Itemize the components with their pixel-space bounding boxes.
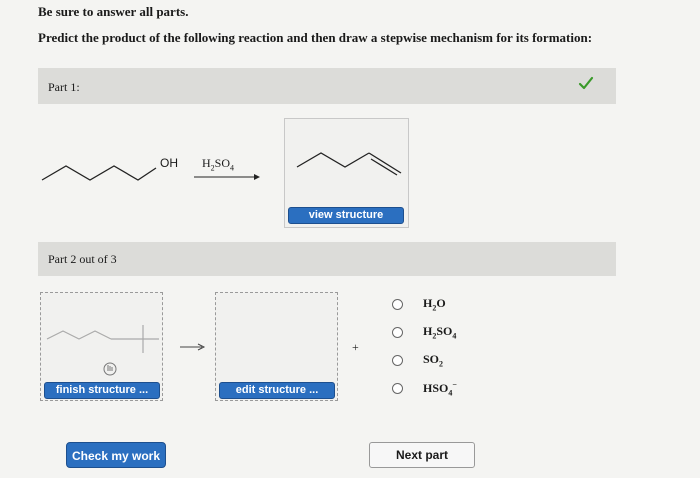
part2-label: Part 2 out of 3	[48, 252, 117, 266]
instruction-line-2: Predict the product of the following rea…	[38, 30, 593, 45]
check-my-work-button[interactable]: Check my work	[66, 442, 166, 468]
option-radio-3[interactable]	[392, 355, 403, 366]
mechanism-structure	[46, 325, 159, 353]
option-label-4: HSO4−	[423, 380, 457, 398]
option-radio-4[interactable]	[392, 383, 403, 394]
product-structure	[296, 152, 402, 176]
option-label-2: H2SO4	[423, 324, 457, 341]
plus-sign: +	[352, 340, 359, 354]
reagent-label: H2SO4	[202, 156, 234, 172]
checkmark-icon	[578, 76, 594, 90]
reagent-h: H	[202, 156, 211, 170]
part2-header: Part 2 out of 3	[38, 242, 616, 276]
option-label-3: SO2	[423, 352, 444, 369]
instruction-line-1: Be sure to answer all parts.	[38, 4, 189, 19]
reagent-so: SO	[214, 156, 231, 170]
view-structure-button[interactable]: view structure	[288, 207, 404, 224]
option-radio-2[interactable]	[392, 327, 403, 338]
edit-structure-button[interactable]: edit structure ...	[219, 382, 335, 399]
part1-header: Part 1:	[38, 68, 616, 104]
reaction-arrow-icon	[194, 174, 260, 180]
reactant-skeleton	[41, 165, 157, 181]
option-label-1: H2O	[423, 296, 446, 313]
mechanism-arrow-icon	[180, 343, 206, 351]
reactant-oh-label: OH	[160, 156, 178, 170]
hand-cursor-icon	[103, 362, 117, 376]
part1-label: Part 1:	[48, 80, 80, 94]
next-part-button[interactable]: Next part	[369, 442, 475, 468]
finish-structure-button[interactable]: finish structure ...	[44, 382, 160, 399]
option-radio-1[interactable]	[392, 299, 403, 310]
